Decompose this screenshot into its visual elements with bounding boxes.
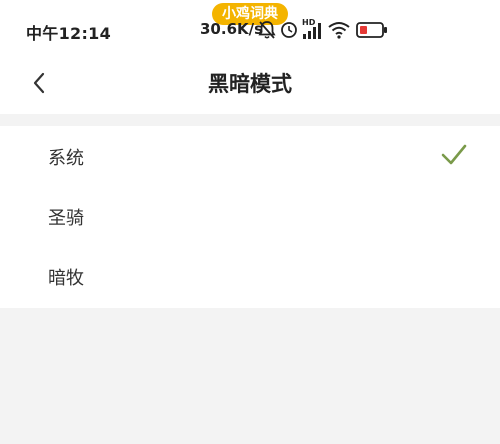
battery-icon	[356, 22, 387, 38]
page-title: 黑暗模式	[208, 72, 292, 96]
alarm-off-icon	[258, 21, 276, 39]
status-bar: 中午12:14 小鸡词典 30.6K/s HD	[0, 0, 500, 58]
option-system[interactable]: 系统	[0, 126, 500, 186]
check-icon	[441, 144, 467, 165]
option-shadow-priest[interactable]: 暗牧	[0, 246, 500, 306]
wifi-icon	[328, 22, 350, 39]
option-label: 暗牧	[48, 268, 84, 289]
option-label: 圣骑	[48, 208, 84, 229]
header-bar: 黑暗模式	[0, 58, 500, 114]
clock-icon	[281, 22, 297, 38]
network-speed: 30.6K/s	[200, 20, 264, 38]
status-time: 中午12:14	[26, 24, 112, 43]
option-label: 系统	[48, 148, 84, 169]
option-paladin[interactable]: 圣骑	[0, 186, 500, 246]
dark-mode-options: 系统 圣骑 暗牧	[0, 126, 500, 308]
signal-icon	[303, 23, 321, 39]
